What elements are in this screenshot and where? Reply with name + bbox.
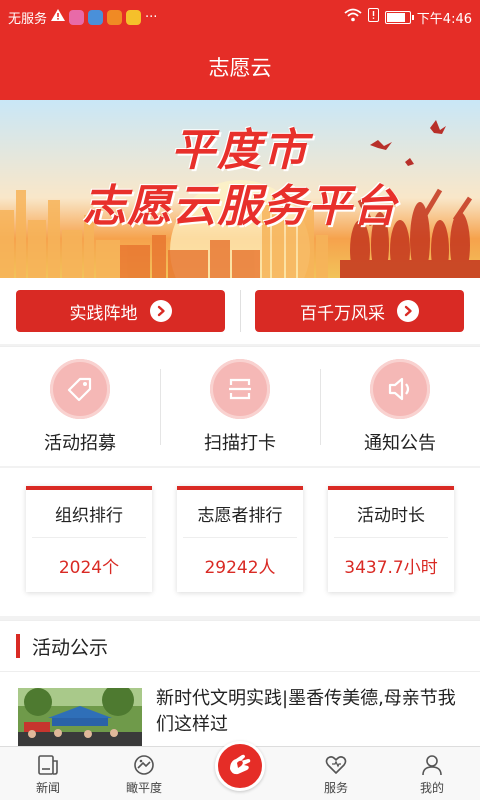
function-grid: 活动招募 扫描打卡 通知公告 <box>0 346 480 466</box>
divider <box>239 290 241 332</box>
banner-headline: 平度市 <box>171 125 309 176</box>
tab-label: 服务 <box>323 781 348 795</box>
warning-icon <box>51 9 66 25</box>
user-icon <box>422 755 442 776</box>
showcase-button[interactable]: 百千万风采 <box>255 290 464 332</box>
function-label: 通知公告 <box>364 432 436 454</box>
activity-section-header: 活动公示 <box>0 620 480 672</box>
tab-news[interactable]: 新闻 <box>0 747 96 800</box>
tab-pingdu[interactable]: 瞰平度 <box>96 747 192 800</box>
tab-label: 我的 <box>419 781 444 795</box>
news-icon <box>38 755 58 775</box>
speaker-icon <box>370 358 430 419</box>
banner[interactable]: 平度市 志愿云服务平台 <box>0 100 480 278</box>
app-notification-icon <box>69 9 85 25</box>
scan-icon <box>210 358 270 419</box>
section-title: 活动公示 <box>32 636 109 659</box>
app-notification-icon <box>107 9 123 25</box>
chevron-right-icon <box>397 300 419 322</box>
chevron-right-icon <box>149 300 172 322</box>
quick-links: 实践阵地 百千万风采 <box>0 278 480 344</box>
quick-link-label: 百千万风采 <box>300 303 385 324</box>
news-thumbnail <box>18 688 142 748</box>
stat-title: 组织排行 <box>32 490 146 538</box>
quick-link-label: 实践阵地 <box>69 303 138 324</box>
compass-icon <box>134 755 154 775</box>
more-notifications: ··· <box>145 9 158 25</box>
function-label: 扫描打卡 <box>204 432 276 454</box>
tab-service[interactable]: 服务 <box>288 747 384 800</box>
practice-base-button[interactable]: 实践阵地 <box>16 290 225 332</box>
org-ranking-card[interactable]: 组织排行 2024个 <box>26 486 152 592</box>
scan-checkin-item[interactable]: 扫描打卡 <box>160 347 320 466</box>
battery-icon <box>384 10 414 24</box>
stat-value: 29242人 <box>204 557 276 578</box>
activity-duration-card[interactable]: 活动时长 3437.7小时 <box>328 486 454 592</box>
app-notification-icon <box>126 9 142 25</box>
stat-value: 3437.7小时 <box>344 557 438 578</box>
stat-title: 活动时长 <box>334 490 448 538</box>
tab-mine[interactable]: 我的 <box>384 747 480 800</box>
status-bar: 无服务 ··· 下午4:46 <box>0 0 480 34</box>
activity-recruit-item[interactable]: 活动招募 <box>0 347 160 466</box>
heart-icon <box>325 756 347 774</box>
stat-title: 志愿者排行 <box>183 490 297 538</box>
app-notification-icon <box>88 9 104 25</box>
banner-subheadline: 志愿云服务平台 <box>82 181 398 232</box>
tab-label: 新闻 <box>35 781 60 795</box>
list-item[interactable]: 新时代文明实践|墨香传美德,母亲节我们这样过 <box>0 672 480 748</box>
section-accent-bar <box>16 634 20 658</box>
clock-text: 下午4:46 <box>416 11 472 27</box>
notice-item[interactable]: 通知公告 <box>320 347 480 466</box>
tab-volunteer-home[interactable] <box>192 741 288 800</box>
bottom-tab-bar: 新闻 瞰平度 服务 我的 <box>0 741 480 800</box>
stat-value: 2024个 <box>58 557 120 578</box>
tab-label: 瞰平度 <box>125 781 162 795</box>
app-header: 志愿云 <box>0 34 480 100</box>
carrier-text: 无服务 <box>8 11 48 27</box>
wifi-icon <box>344 8 362 26</box>
function-label: 活动招募 <box>44 432 116 454</box>
volunteer-hand-icon <box>215 741 265 791</box>
news-title: 新时代文明实践|墨香传美德,母亲节我们这样过 <box>156 688 456 735</box>
sim-alert-icon <box>367 8 379 26</box>
volunteer-ranking-card[interactable]: 志愿者排行 29242人 <box>177 486 303 592</box>
stats-section: 组织排行 2024个 志愿者排行 29242人 活动时长 3437.7小时 <box>0 468 480 616</box>
tag-icon <box>50 358 110 419</box>
page-title: 志愿云 <box>208 56 272 80</box>
